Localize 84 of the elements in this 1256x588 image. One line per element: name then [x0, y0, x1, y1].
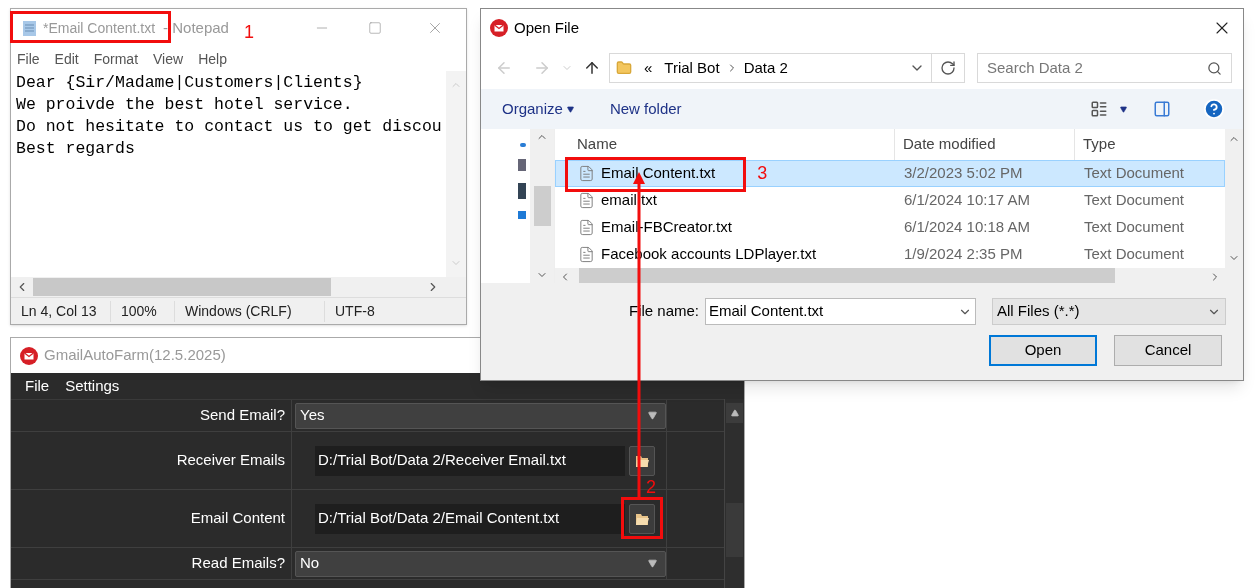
status-item: Windows (CRLF)	[175, 300, 325, 322]
text-line: We proivde the best hotel service.	[16, 94, 354, 116]
browse-button[interactable]	[629, 503, 655, 534]
dropdown-arrow-icon	[648, 559, 657, 568]
breadcrumb-item[interactable]: Data 2	[743, 56, 788, 80]
address-bar[interactable]: « Trial Bot Data 2	[609, 53, 965, 83]
app-title: - Notepad	[163, 17, 229, 38]
text-file-icon	[578, 165, 595, 182]
type-cell-text: Text Document	[1083, 163, 1185, 184]
column-header[interactable]: Name	[577, 133, 617, 156]
scroll-up-icon	[730, 409, 739, 417]
menu-item[interactable]: Edit	[54, 48, 79, 70]
step-number: 1	[244, 21, 254, 44]
notepad-icon	[21, 19, 39, 37]
step-number: 3	[757, 162, 768, 185]
date-cell-text: 6/1/2024 10:17 AM	[903, 190, 1031, 211]
file-type-dropdown[interactable]: All Files (*.*)	[992, 298, 1227, 325]
scrollbar-thumb[interactable]	[533, 186, 551, 226]
caret-icon	[1120, 105, 1127, 113]
view-options-icon[interactable]	[1090, 100, 1108, 118]
setting-label: Receiver Emails	[176, 450, 285, 471]
organize-button[interactable]: Organize	[502, 97, 574, 121]
highlight-box	[621, 497, 663, 539]
text-area[interactable]: Dear {Sir/Madame|Customers|Clients} We proivde the best hotel service. Do not hesitate to contact us to get discou Best regards	[11, 71, 446, 277]
status-item: Ln 4, Col 13	[11, 300, 111, 322]
menu-item[interactable]: Help	[198, 48, 227, 70]
window-title: GmailAutoFarm(12.5.2025)	[44, 345, 226, 366]
menu-item[interactable]: View	[153, 48, 184, 70]
back-icon[interactable]	[495, 59, 513, 77]
menu-item[interactable]: File	[25, 374, 50, 398]
document-title: *Email Content.txt	[43, 18, 156, 38]
text-file-icon	[578, 246, 595, 263]
text-line: Do not hesitate to contact us to get discou	[16, 116, 443, 138]
dialog-title: Open File	[514, 17, 580, 38]
status-item: UTF-8	[334, 301, 376, 321]
step-number: 2	[646, 476, 656, 499]
mail-logo-icon	[490, 19, 508, 37]
dropdown-arrow-icon	[648, 411, 657, 420]
file-name-cell-text: Email Content.txt	[601, 163, 716, 184]
type-cell-text: Text Document	[1083, 244, 1185, 265]
up-icon[interactable]	[583, 59, 601, 77]
breadcrumb-item[interactable]: «	[644, 56, 653, 80]
browse-button[interactable]	[629, 445, 655, 476]
menu-item[interactable]: Format	[93, 48, 139, 70]
caret-icon	[566, 105, 574, 113]
cancel-button[interactable]: Cancel	[1114, 335, 1222, 366]
search-icon	[1207, 60, 1222, 76]
refresh-icon[interactable]	[940, 60, 956, 76]
column-header[interactable]: Type	[1083, 133, 1116, 156]
type-cell-text: Text Document	[1083, 190, 1185, 211]
text-line: Best regards	[16, 138, 136, 160]
path-field[interactable]: D:/Trial Bot/Data 2/Email Content.txt	[315, 503, 625, 534]
setting-label: Send Email?	[199, 405, 285, 426]
date-cell-text: 1/9/2024 2:35 PM	[903, 244, 1024, 265]
path-field[interactable]: D:/Trial Bot/Data 2/Receiver Email.txt	[315, 445, 625, 476]
file-row[interactable]: Email Content.txt 3 3/2/2023 5:02 PM Text Document	[555, 160, 1225, 187]
status-item: 100%	[111, 300, 175, 322]
scroll-up-button[interactable]	[726, 403, 743, 423]
date-cell-text: 6/1/2024 10:18 AM	[903, 217, 1031, 238]
setting-label: Read Emails?	[191, 553, 285, 574]
open-button[interactable]: Open	[989, 335, 1097, 366]
scrollbar-thumb[interactable]	[33, 278, 331, 296]
menu-item[interactable]: File	[17, 48, 40, 70]
folder-icon	[616, 60, 632, 76]
menu-item[interactable]: Settings	[65, 374, 120, 398]
text-line: Dear {Sir/Madame|Customers|Clients}	[16, 72, 364, 94]
text-file-icon	[578, 219, 595, 236]
date-cell-text: 3/2/2023 5:02 PM	[903, 163, 1024, 184]
dropdown[interactable]: No	[295, 550, 666, 577]
scrollbar-thumb[interactable]	[726, 503, 743, 557]
file-name-field[interactable]: Email Content.txt	[705, 298, 977, 325]
text-file-icon	[578, 192, 595, 209]
column-header[interactable]: Date modified	[903, 133, 996, 156]
maximize-icon[interactable]	[368, 21, 382, 35]
search-field[interactable]: Search Data 2	[977, 53, 1232, 83]
breadcrumb-item[interactable]: Trial Bot	[664, 56, 720, 80]
preview-pane-icon[interactable]	[1153, 100, 1171, 118]
help-icon[interactable]	[1203, 98, 1225, 120]
dropdown[interactable]: Yes	[295, 402, 666, 429]
new-folder-button[interactable]: New folder	[609, 97, 682, 121]
type-cell-text: Text Document	[1083, 217, 1185, 238]
forward-icon[interactable]	[533, 59, 551, 77]
mail-logo-icon	[20, 346, 38, 365]
setting-label: Email Content	[190, 508, 285, 529]
